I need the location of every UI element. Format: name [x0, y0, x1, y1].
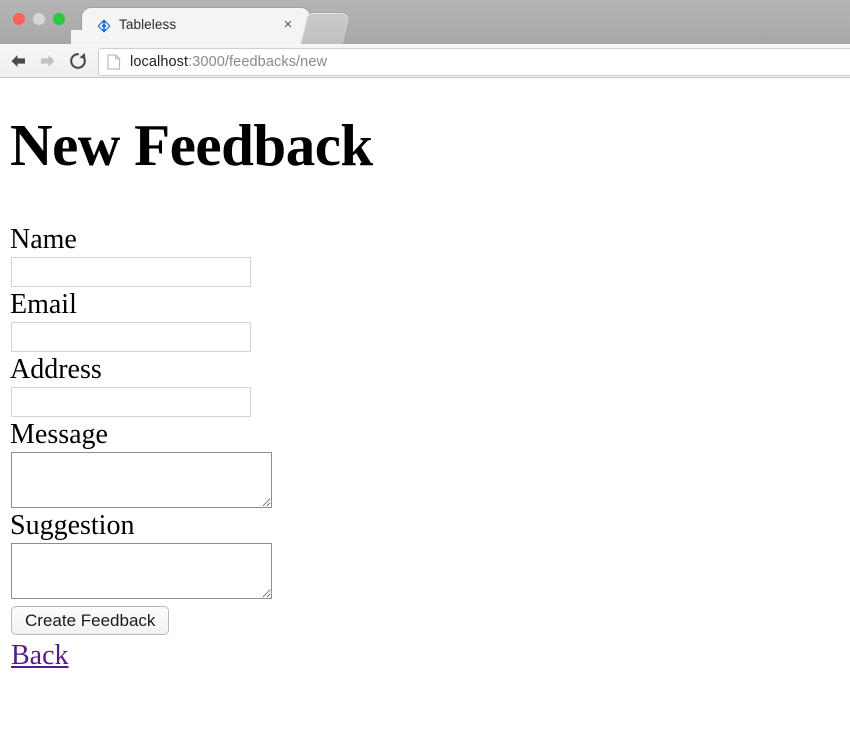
browser-tab[interactable]: Tableless × — [71, 8, 321, 44]
name-input[interactable] — [11, 257, 251, 287]
message-textarea[interactable] — [11, 452, 272, 508]
browser-tab-title: Tableless — [119, 17, 177, 32]
browser-chrome: Tableless × localhost:3000/feedbacks/new — [0, 0, 850, 78]
window-minimize-button[interactable] — [33, 13, 45, 25]
label-email: Email — [10, 289, 77, 320]
label-name: Name — [10, 224, 77, 255]
tab-strip: Tableless × — [0, 0, 850, 44]
address-bar-host: localhost — [130, 54, 189, 70]
email-input[interactable] — [11, 322, 251, 352]
close-icon[interactable]: × — [280, 17, 296, 33]
label-address: Address — [10, 354, 102, 385]
reload-icon[interactable] — [66, 49, 90, 73]
page-document-icon — [107, 54, 121, 70]
new-feedback-form: Name Email Address Message Suggestion Cr… — [10, 224, 510, 671]
create-feedback-button[interactable]: Create Feedback — [11, 606, 170, 635]
address-input[interactable] — [11, 387, 251, 417]
label-message: Message — [10, 419, 108, 450]
back-arrow-icon[interactable] — [6, 49, 30, 73]
label-suggestion: Suggestion — [10, 510, 135, 541]
window-close-button[interactable] — [13, 13, 25, 25]
blue-diamond-chevrons-icon — [96, 18, 112, 34]
window-traffic-lights — [13, 13, 65, 25]
page-title: New Feedback — [10, 112, 373, 178]
suggestion-textarea[interactable] — [11, 543, 272, 599]
new-tab-button[interactable] — [301, 13, 351, 44]
page-content: New Feedback Name Email Address Message … — [0, 78, 850, 744]
forward-arrow-icon[interactable] — [36, 49, 60, 73]
address-bar[interactable]: localhost:3000/feedbacks/new — [98, 48, 850, 76]
browser-toolbar: localhost:3000/feedbacks/new — [0, 44, 850, 78]
back-link[interactable]: Back — [11, 641, 69, 671]
address-bar-url: localhost:3000/feedbacks/new — [130, 54, 327, 70]
window-zoom-button[interactable] — [53, 13, 65, 25]
address-bar-path: :3000/feedbacks/new — [188, 54, 328, 70]
